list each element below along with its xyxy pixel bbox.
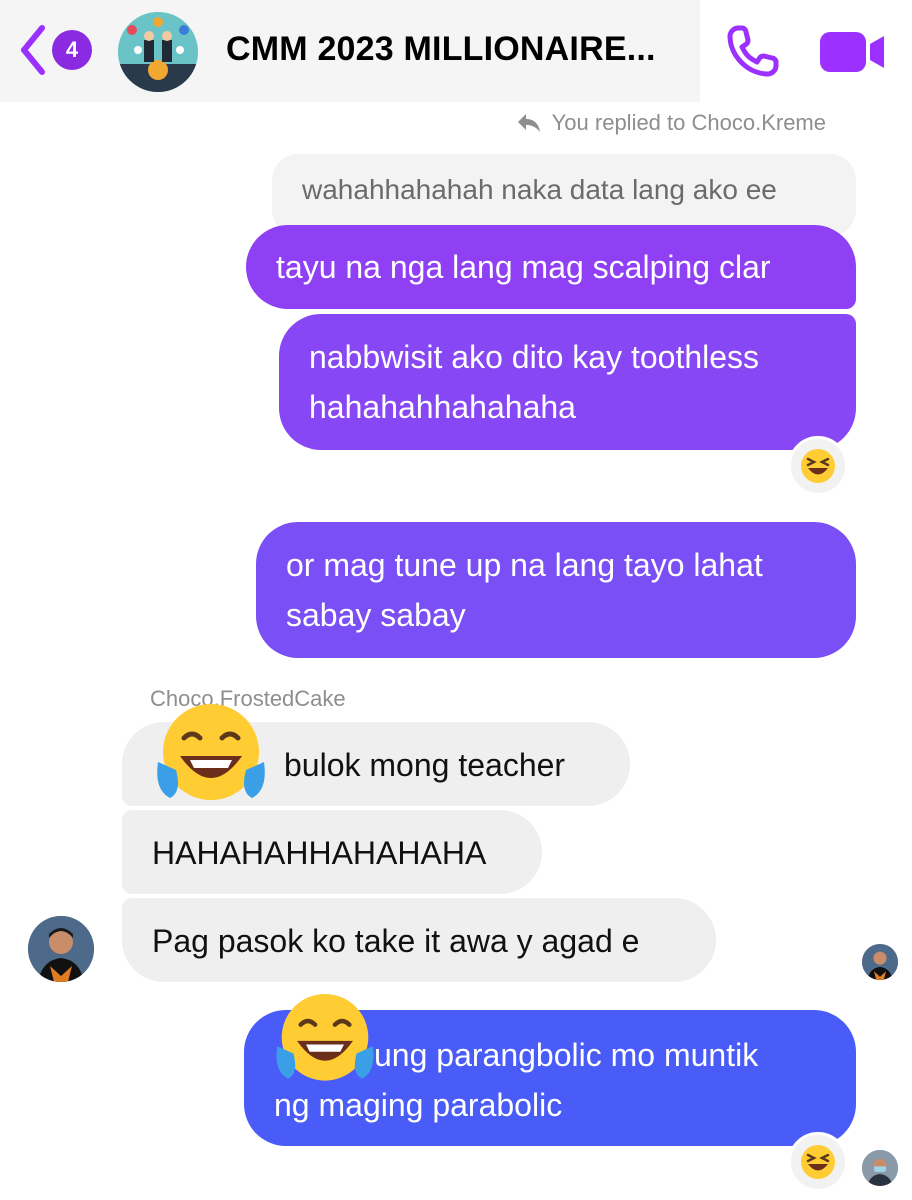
incoming-message[interactable]: Pag pasok ko take it awa y agad e (122, 898, 716, 982)
seen-avatar (862, 1150, 898, 1186)
message-text: Pag pasok ko take it awa y agad e (152, 923, 640, 959)
reply-indicator-text: You replied to Choco.Kreme (551, 110, 826, 135)
message-text-line: hahahahhahahaha (309, 389, 576, 425)
incoming-message[interactable]: HAHAHAHHAHAHAHA (122, 810, 542, 894)
message-text-line: nabbwisit ako dito kay toothless (309, 339, 760, 375)
message-text-line: or mag tune up na lang tayo lahat (286, 547, 763, 583)
laughing-squint-emoji-icon (801, 1145, 835, 1179)
chevron-left-icon (21, 25, 45, 75)
sender-avatar-image (28, 916, 94, 982)
tears-of-joy-emoji-icon (276, 994, 374, 1081)
message-text-line: sabay sabay (286, 597, 466, 633)
reply-arrow-icon (517, 114, 540, 132)
chat-header: 4 CMM 2023 MILLIONAIRE... (0, 0, 884, 102)
reply-indicator: You replied to Choco.Kreme (516, 110, 826, 136)
seen-avatar-image (862, 944, 898, 980)
laughing-squint-emoji-icon (801, 449, 835, 483)
phone-icon[interactable] (722, 22, 782, 82)
sender-avatar[interactable] (28, 916, 94, 982)
message-text: tayu na nga lang mag scalping clar (276, 249, 771, 285)
unread-count-badge: 4 (52, 30, 92, 70)
group-avatar[interactable] (118, 12, 198, 92)
quoted-message[interactable]: wahahhahahah naka data lang ako ee (272, 154, 856, 236)
video-camera-icon[interactable] (818, 28, 888, 76)
outgoing-message[interactable]: or mag tune up na lang tayo lahat sabay … (256, 522, 856, 658)
outgoing-message[interactable]: nabbwisit ako dito kay toothless hahahah… (279, 314, 856, 450)
message-text: bulok mong teacher (284, 747, 566, 783)
message-text-line: ung parangbolic mo muntik (374, 1037, 759, 1073)
back-button[interactable]: 4 (18, 24, 98, 76)
seen-avatar (862, 944, 898, 980)
reaction-badge[interactable] (788, 436, 848, 496)
message-text: HAHAHAHHAHAHAHA (152, 835, 487, 871)
reaction-badge[interactable] (788, 1132, 848, 1192)
tears-of-joy-emoji-icon (157, 704, 265, 800)
outgoing-message[interactable]: tayu na nga lang mag scalping clar (246, 225, 856, 309)
quoted-message-text: wahahhahahah naka data lang ako ee (302, 174, 777, 205)
group-avatar-image (118, 12, 198, 92)
chat-title[interactable]: CMM 2023 MILLIONAIRE... (226, 30, 696, 69)
seen-avatar-image (862, 1150, 898, 1186)
